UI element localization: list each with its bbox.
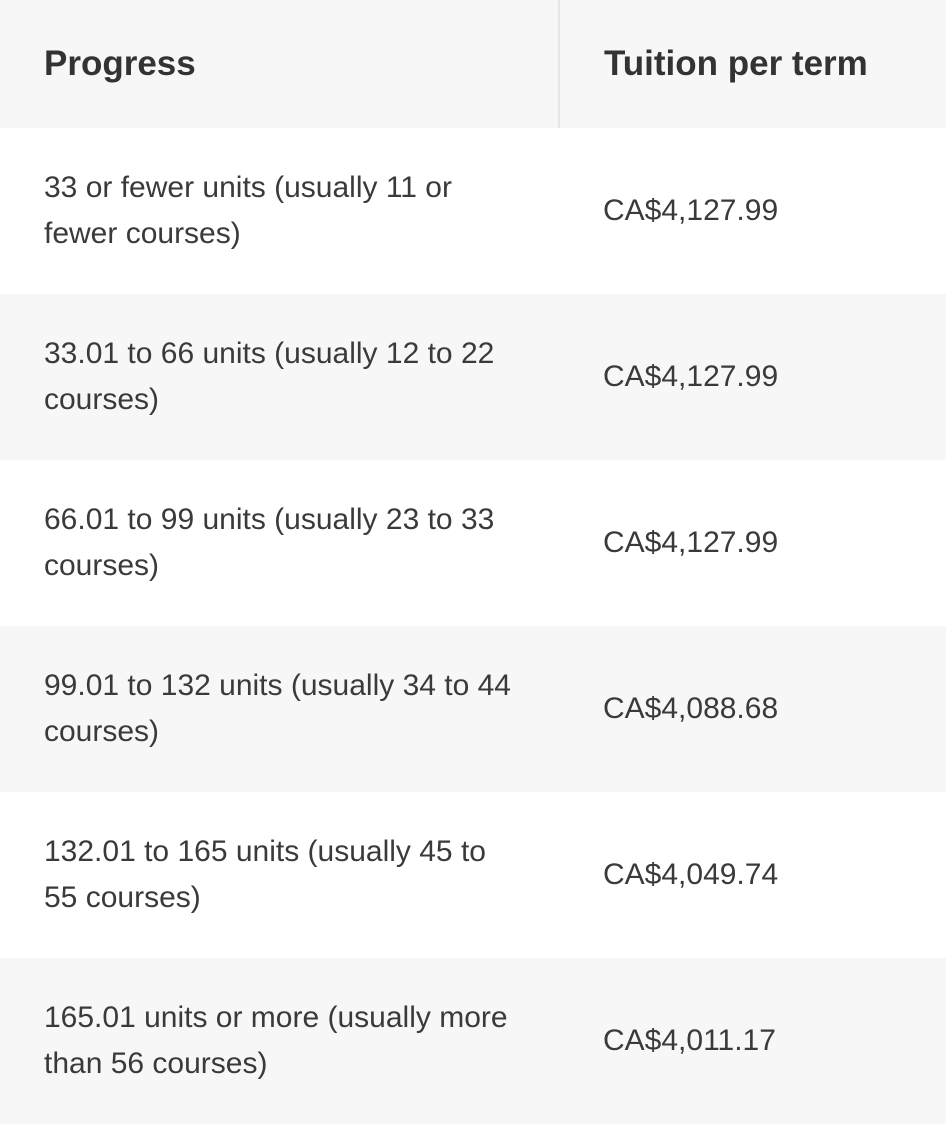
table-body: 33 or fewer units (usually 11 or fewer c… bbox=[0, 128, 946, 1124]
table-row: 99.01 to 132 units (usually 34 to 44 cou… bbox=[0, 626, 946, 792]
tuition-cell: CA$4,011.17 bbox=[559, 958, 946, 1124]
progress-cell: 33.01 to 66 units (usually 12 to 22 cour… bbox=[0, 294, 559, 460]
table-header: Progress Tuition per term bbox=[0, 0, 946, 128]
progress-cell: 99.01 to 132 units (usually 34 to 44 cou… bbox=[0, 626, 559, 792]
table-row: 33 or fewer units (usually 11 or fewer c… bbox=[0, 128, 946, 294]
table-row: 66.01 to 99 units (usually 23 to 33 cour… bbox=[0, 460, 946, 626]
column-header-progress: Progress bbox=[0, 0, 560, 128]
table-row: 165.01 units or more (usually more than … bbox=[0, 958, 946, 1124]
tuition-cell: CA$4,088.68 bbox=[559, 626, 946, 792]
tuition-cell: CA$4,127.99 bbox=[559, 128, 946, 294]
tuition-cell: CA$4,049.74 bbox=[559, 792, 946, 958]
progress-cell: 66.01 to 99 units (usually 23 to 33 cour… bbox=[0, 460, 559, 626]
progress-cell: 165.01 units or more (usually more than … bbox=[0, 958, 559, 1124]
header-row: Progress Tuition per term bbox=[0, 0, 946, 128]
table-row: 33.01 to 66 units (usually 12 to 22 cour… bbox=[0, 294, 946, 460]
tuition-table: Progress Tuition per term 33 or fewer un… bbox=[0, 0, 946, 1124]
progress-cell: 132.01 to 165 units (usually 45 to 55 co… bbox=[0, 792, 559, 958]
column-header-tuition: Tuition per term bbox=[559, 0, 946, 128]
tuition-cell: CA$4,127.99 bbox=[559, 294, 946, 460]
progress-cell: 33 or fewer units (usually 11 or fewer c… bbox=[0, 128, 559, 294]
table-row: 132.01 to 165 units (usually 45 to 55 co… bbox=[0, 792, 946, 958]
tuition-cell: CA$4,127.99 bbox=[559, 460, 946, 626]
